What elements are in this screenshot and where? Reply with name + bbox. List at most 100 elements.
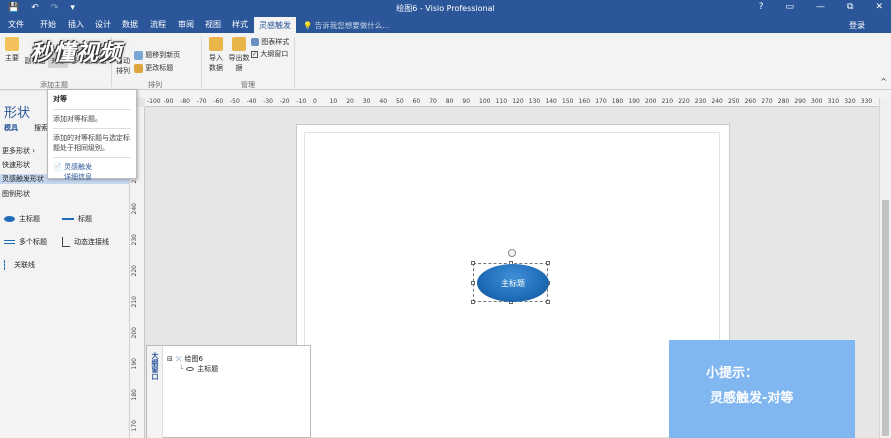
ruler-tick-label: 70	[429, 98, 437, 105]
tab-file[interactable]: 文件	[8, 19, 24, 30]
change-topic-button[interactable]: 更改标题	[134, 63, 173, 73]
tab-data[interactable]: 数据	[122, 19, 138, 30]
tooltip-divider	[53, 128, 131, 129]
more-shapes-item[interactable]: 更多形状 ›	[2, 146, 35, 156]
tooltip-divider	[53, 157, 131, 158]
restore-icon[interactable]: ⧉	[847, 2, 853, 12]
vertical-scrollbar[interactable]	[879, 98, 891, 438]
collapse-icon[interactable]: ⊟	[167, 355, 173, 363]
export-data-button[interactable]: 导出数 据	[228, 37, 250, 73]
rotation-handle[interactable]	[508, 249, 516, 257]
tip-title: 小提示：	[706, 366, 759, 381]
chart-style-button[interactable]: 图表样式	[251, 37, 289, 47]
tell-me-search[interactable]: 💡 告诉我您想要做什么...	[303, 20, 389, 31]
legend-shapes-item[interactable]: 图例形状	[2, 189, 30, 199]
ruler-tick-label: 300	[811, 98, 823, 105]
main-topic-oval: 主标题	[477, 264, 549, 302]
horizontal-ruler-ticks: -100 -90 -80 -70 -60 -50 -40 -30 -20 -10 0 10 20 30 40…	[145, 98, 879, 107]
tell-me-placeholder: 告诉我您想要做什么...	[314, 21, 390, 30]
stencil-association-line[interactable]: 关联线	[4, 260, 35, 270]
stencil-multi-title[interactable]: 多个标题	[4, 237, 47, 247]
resize-handle[interactable]	[471, 300, 475, 304]
ruler-tick-label: 130	[528, 98, 541, 105]
tree-node-main-topic[interactable]: └ 主标题	[179, 364, 218, 374]
stencil-title[interactable]: 标题	[62, 214, 92, 224]
ruler-tick-label: -20	[279, 98, 290, 105]
ribbon-tab-bar: 文件 开始 插入 设计 数据 流程 审阅 视图 样式 灵感触发 💡 告诉我您想要…	[0, 17, 891, 33]
ruler-tick-label: -100	[147, 98, 161, 105]
tab-design[interactable]: 设计	[95, 19, 111, 30]
move-to-new-page-button[interactable]: 题移到新页	[134, 50, 180, 60]
import-label: 导入	[209, 54, 223, 62]
ruler-tick-label: 170	[131, 420, 138, 432]
tooltip-link-details[interactable]: 详细信息	[53, 172, 131, 182]
stencil-association-line-label: 关联线	[14, 261, 35, 269]
outline-window-checkbox[interactable]: ✓ 大纲窗口	[251, 49, 288, 59]
multi-title-icon	[4, 240, 15, 244]
resize-handle[interactable]	[471, 281, 475, 285]
tab-process[interactable]: 流程	[150, 19, 166, 30]
change-topic-label: 更改标题	[145, 64, 174, 72]
tab-brainstorming[interactable]: 灵感触发	[254, 17, 296, 33]
lightbulb-icon: 💡	[303, 21, 313, 30]
ruler-tick-label: 200	[131, 327, 138, 339]
help-icon[interactable]: ?	[759, 2, 764, 12]
tab-search[interactable]: 搜索	[34, 123, 48, 133]
tip-text: 灵感触发-对等	[710, 391, 794, 406]
scrollbar-thumb[interactable]	[882, 200, 889, 436]
stencil-dynamic-connector[interactable]: 动态连接线	[62, 237, 109, 247]
tree-node-root-label: 绘图6	[184, 355, 203, 363]
ruler-tick-label: 40	[379, 98, 388, 105]
main-topic-shape[interactable]: 主标题	[477, 264, 549, 302]
chevron-right-icon: ›	[32, 147, 36, 155]
ruler-tick-label: 330	[860, 98, 873, 105]
tab-styles[interactable]: 样式	[232, 19, 248, 30]
quick-shapes-item[interactable]: 快速形状	[2, 160, 30, 170]
tab-review[interactable]: 审阅	[178, 19, 194, 30]
ruler-tick-label: 150	[562, 98, 574, 105]
resize-handle[interactable]	[471, 261, 475, 265]
ribbon-separator	[294, 37, 295, 87]
ruler-tick-label: -80	[180, 98, 190, 105]
main-topic-button[interactable]: 主要	[3, 37, 21, 63]
main-topic-label: 主要	[5, 54, 19, 62]
ruler-tick-label: 110	[495, 98, 508, 105]
tab-view[interactable]: 视图	[205, 19, 221, 30]
oval-icon	[186, 367, 195, 371]
tab-stencils[interactable]: 模具	[4, 123, 18, 133]
ribbon: 主要 副标题 对等 多个副标题 添加主题 自动 排列 题移到新页 更改标题 排列…	[0, 33, 891, 90]
peer-tooltip: 对等 添加对等标题。 添加的对等标题与选定标题处于相同级别。 📄 灵感触发 详细…	[47, 89, 137, 182]
ruler-tick-label: 160	[578, 98, 591, 105]
tree-node-root[interactable]: ⊟ ⤬ 绘图6	[167, 354, 203, 364]
ruler-tick-label: 0	[313, 98, 317, 105]
ribbon-separator	[201, 37, 202, 87]
tooltip-divider	[53, 109, 131, 110]
ruler-tick-label: 240	[131, 203, 138, 215]
window-controls: ? ▭ — ⧉ ✕	[759, 2, 883, 12]
chart-style-icon	[251, 38, 259, 46]
minimize-icon[interactable]: —	[816, 2, 825, 12]
ruler-tick-label: 260	[744, 98, 757, 105]
horizontal-ruler: -100 -90 -80 -70 -60 -50 -40 -30 -20 -10 0 10 20 30 40…	[145, 98, 879, 107]
ruler-tick-label: 80	[445, 98, 454, 105]
ruler-tick-label: 190	[131, 358, 138, 370]
login-link[interactable]: 登录	[849, 20, 865, 31]
tab-home[interactable]: 开始	[40, 19, 56, 30]
group-label-arrange: 排列	[148, 81, 162, 89]
ruler-tick-label: 310	[827, 98, 840, 105]
tab-insert[interactable]: 插入	[68, 19, 84, 30]
window-title: 绘图6 - Visio Professional	[396, 4, 495, 13]
tooltip-title: 对等	[53, 95, 67, 103]
stencil-main-title[interactable]: 主标题	[4, 214, 40, 224]
import-data-button[interactable]: 导入 数据	[206, 37, 226, 73]
collapse-ribbon-icon[interactable]: ^	[880, 77, 887, 86]
close-icon[interactable]: ✕	[875, 2, 883, 12]
tooltip-link-brainstorming[interactable]: 📄 灵感触发	[53, 162, 131, 172]
ruler-tick-label: -70	[196, 98, 207, 105]
ribbon-display-icon[interactable]: ▭	[786, 2, 795, 12]
chart-style-label: 图表样式	[261, 38, 290, 46]
ruler-tick-label: 290	[794, 98, 806, 105]
ruler-tick-label: 230	[131, 234, 138, 246]
move-page-icon	[134, 50, 143, 60]
tree-connector-icon: └	[179, 365, 184, 373]
